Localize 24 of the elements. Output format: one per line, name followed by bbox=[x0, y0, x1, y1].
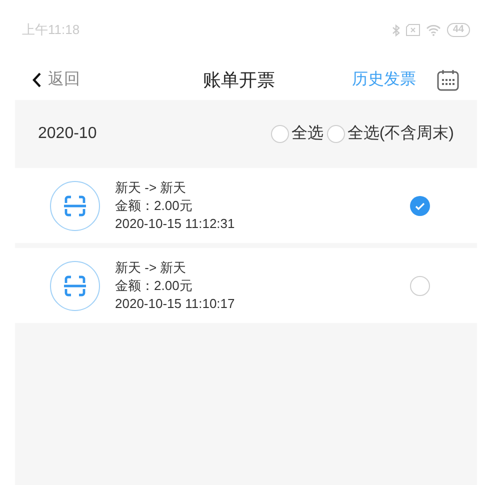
bill-item[interactable]: 新天 -> 新天 金额：2.00元 2020-10-15 11:10:17 bbox=[15, 248, 477, 323]
check-icon[interactable] bbox=[410, 196, 430, 216]
back-button[interactable]: 返回 bbox=[32, 68, 80, 92]
bill-time: 2020-10-15 11:10:17 bbox=[115, 294, 235, 312]
calendar-icon[interactable] bbox=[436, 68, 460, 92]
chevron-left-icon bbox=[32, 72, 42, 88]
month-label: 2020-10 bbox=[38, 124, 97, 144]
radio-icon[interactable] bbox=[271, 125, 290, 143]
bill-item[interactable]: 新天 -> 新天 金额：2.00元 2020-10-15 11:12:31 bbox=[15, 168, 477, 243]
page-title: 账单开票 bbox=[203, 68, 275, 92]
bill-amount: 金额：2.00元 bbox=[115, 196, 194, 214]
bluetooth-icon bbox=[392, 24, 400, 36]
scan-icon bbox=[50, 260, 100, 310]
radio-icon[interactable] bbox=[410, 276, 430, 296]
select-all-option[interactable]: 全选(不含周末) bbox=[347, 122, 454, 146]
scan-icon bbox=[50, 180, 100, 230]
bill-amount: 金额：2.00元 bbox=[115, 276, 194, 294]
radio-icon[interactable] bbox=[327, 125, 346, 143]
select-all-option[interactable]: 全选 bbox=[291, 122, 324, 146]
wifi-icon bbox=[426, 24, 441, 36]
bill-route: 新天 -> 新天 bbox=[115, 178, 188, 196]
bill-time: 2020-10-15 11:12:31 bbox=[115, 214, 235, 232]
bill-route: 新天 -> 新天 bbox=[115, 258, 188, 276]
sim-icon bbox=[406, 24, 420, 36]
